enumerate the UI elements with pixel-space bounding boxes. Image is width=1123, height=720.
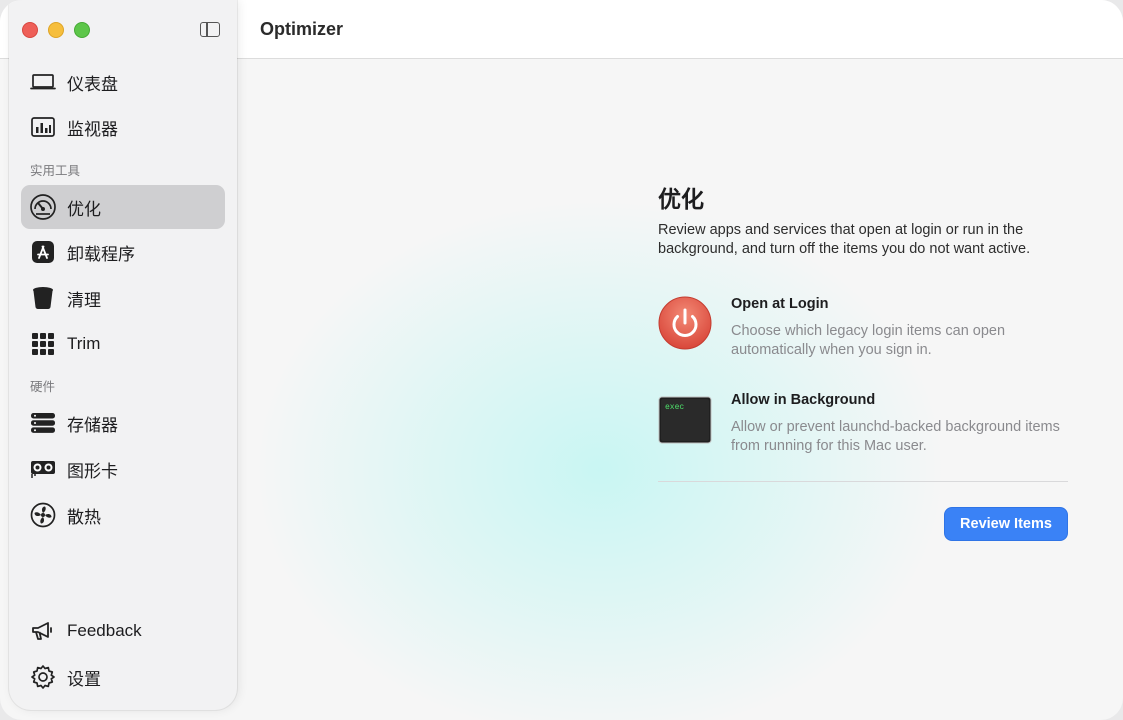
sidebar-item-label: 卸载程序 [67,244,135,264]
close-window-button[interactable] [22,22,38,38]
bar-chart-icon [30,114,56,140]
sidebar: 仪表盘 监视器 实用工具 优化 卸载程序 清理 Trim 硬件 存储器 图形卡 … [9,0,237,710]
review-items-button[interactable]: Review Items [944,507,1068,541]
trash-bin-icon [30,285,56,311]
sidebar-item-dashboard[interactable]: 仪表盘 [21,60,225,104]
sidebar-item-label: 监视器 [67,119,118,139]
sidebar-item-label: 仪表盘 [67,74,118,94]
graphics-card-icon [30,456,56,482]
sidebar-item-trim[interactable]: Trim [21,322,225,366]
terminal-exec-icon: exec [658,392,712,446]
gear-icon [30,664,56,690]
grid-icon [30,331,56,357]
sidebar-item-storage[interactable]: 存储器 [21,401,225,445]
section-label-hardware: 硬件 [30,380,56,394]
sidebar-item-label: 图形卡 [67,461,118,481]
megaphone-icon [30,618,56,644]
sidebar-item-optimize[interactable]: 优化 [21,185,225,229]
minimize-window-button[interactable] [48,22,64,38]
app-store-icon [30,239,56,265]
sidebar-item-label: 优化 [67,199,101,219]
section-label-tools: 实用工具 [30,164,81,178]
server-stack-icon [30,410,56,436]
sidebar-item-label: 存储器 [67,415,118,435]
sidebar-item-settings[interactable]: 设置 [21,655,225,699]
feature-title: Allow in Background [731,392,876,408]
sidebar-item-graphics[interactable]: 图形卡 [21,447,225,491]
content-divider [658,481,1068,482]
sidebar-item-label: Trim [67,334,101,353]
speedometer-icon [30,194,56,220]
laptop-icon [30,69,56,95]
feature-title: Open at Login [731,296,829,312]
sidebar-item-feedback[interactable]: Feedback [21,609,225,653]
sidebar-item-label: 散热 [67,507,101,527]
sidebar-item-label: 设置 [67,669,101,689]
sidebar-item-label: Feedback [67,621,142,640]
sidebar-item-uninstaller[interactable]: 卸载程序 [21,230,225,274]
fan-icon [30,502,56,528]
feature-description: Allow or prevent launchd-backed backgrou… [731,419,1060,454]
window-title: Optimizer [260,19,344,39]
maximize-window-button[interactable] [74,22,90,38]
exec-label: exec [665,403,684,412]
feature-description: Choose which legacy login items can open… [731,323,1006,358]
page-description: Review apps and services that open at lo… [658,222,1031,257]
app-window: Optimizer 仪表盘 监视器 实用工具 优化 卸载程序 清理 Trim 硬… [0,0,1123,720]
sidebar-item-cleanup[interactable]: 清理 [21,276,225,320]
page-title: 优化 [658,186,704,212]
sidebar-item-monitor[interactable]: 监视器 [21,105,225,149]
power-icon [658,296,712,350]
sidebar-item-cooling[interactable]: 散热 [21,493,225,537]
sidebar-toggle-icon[interactable] [200,22,220,37]
sidebar-item-label: 清理 [67,290,101,310]
